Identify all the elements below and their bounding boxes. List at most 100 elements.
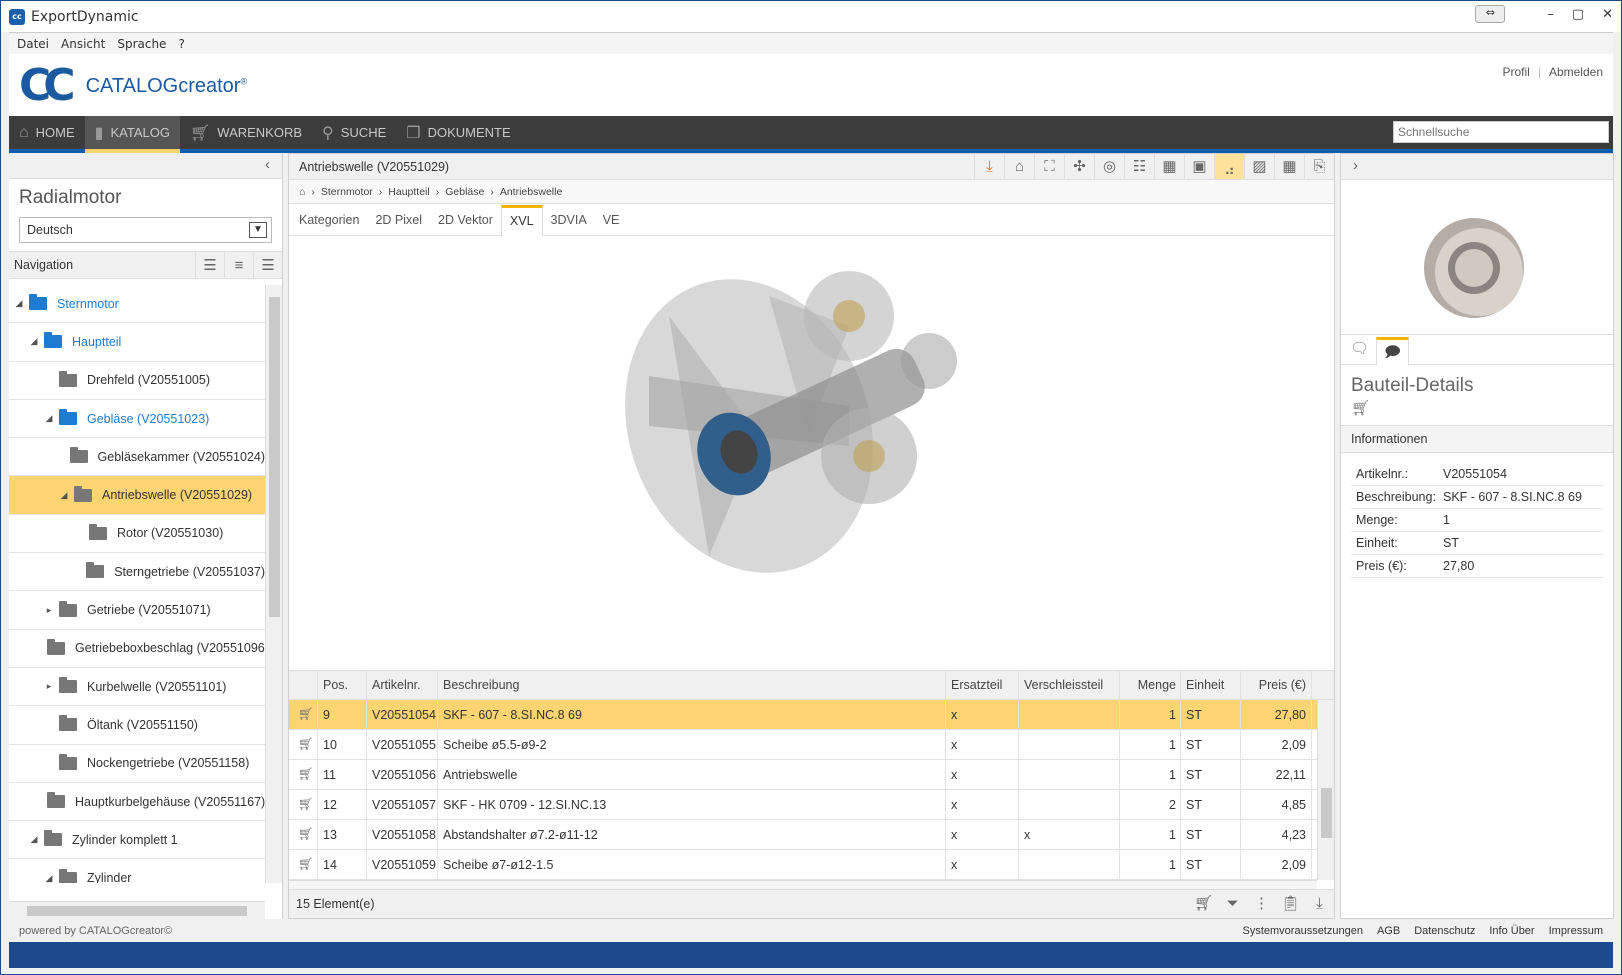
fit-icon[interactable]: ✣ (1064, 154, 1094, 179)
column-header[interactable]: Ersatzteil (946, 671, 1019, 699)
tree-item[interactable]: Gebläsekammer (V20551024) (9, 438, 265, 477)
language-select[interactable]: Deutsch ▼ (19, 217, 272, 243)
hide-icon[interactable]: ◎ (1094, 154, 1124, 179)
add-to-cart-icon[interactable]: 🛒︎ (289, 820, 318, 849)
tree-item[interactable]: Rotor (V20551030) (9, 515, 265, 554)
footer-link[interactable]: Datenschutz (1414, 925, 1475, 937)
menu-help[interactable]: ? (178, 37, 184, 51)
image-icon[interactable]: ▨ (1244, 154, 1274, 179)
expanded-arrow-icon[interactable]: ◢ (58, 490, 70, 501)
tree-item[interactable]: ◢ Zylinder (9, 859, 265, 883)
profile-link[interactable]: Profil (1502, 65, 1529, 79)
tree-vertical-scrollbar[interactable] (265, 285, 282, 883)
tab-2d-vektor[interactable]: 2D Vektor (430, 213, 501, 235)
comments-icon[interactable]: 🗨︎ (1343, 336, 1376, 364)
fullscreen-icon[interactable]: ⛶ (1034, 154, 1064, 179)
tree-horizontal-scrollbar[interactable] (9, 901, 265, 919)
expanded-arrow-icon[interactable]: ◢ (43, 873, 55, 883)
export-icon[interactable]: ⤓ (1305, 890, 1334, 918)
footer-link[interactable]: Systemvoraussetzungen (1243, 925, 1363, 937)
tab-kategorien[interactable]: Kategorien (291, 213, 367, 235)
list-view-icon[interactable]: ☷ (1124, 154, 1154, 179)
nav-katalog[interactable]: ▮ KATALOG (84, 116, 181, 153)
grid-view-icon[interactable]: ▦ (1154, 154, 1184, 179)
tree-item[interactable]: Öltank (V20551150) (9, 706, 265, 745)
frame-icon[interactable]: ▣ (1184, 154, 1214, 179)
table-vertical-scrollbar[interactable] (1317, 700, 1334, 880)
expanded-arrow-icon[interactable]: ◢ (43, 413, 55, 424)
tree-item[interactable]: ◢ Zylinder komplett 1 (9, 821, 265, 860)
column-header[interactable]: Verschleissteil (1019, 671, 1120, 699)
tree-item[interactable]: Nockengetriebe (V20551158) (9, 745, 265, 783)
home-icon[interactable]: ⌂ (299, 186, 305, 198)
add-to-cart-icon[interactable]: 🛒︎ (289, 760, 318, 789)
tree-item[interactable]: ◢ Sternmotor (9, 285, 265, 324)
filter-icon[interactable]: ⏷ (1218, 890, 1247, 918)
menu-ansicht[interactable]: Ansicht (61, 37, 105, 51)
collapsed-arrow-icon[interactable]: ▸ (43, 605, 55, 616)
brand-logo[interactable]: CC CATALOGcreator® (19, 64, 247, 108)
quick-search-input[interactable] (1393, 121, 1609, 143)
table-row[interactable]: 🛒︎ 9 V20551054 SKF - 607 - 8.SI.NC.8 69 x 1 ST… (289, 700, 1334, 730)
column-header[interactable]: Pos. (318, 671, 367, 699)
tree-item[interactable]: Getriebeboxbeschlag (V20551096) (9, 630, 265, 668)
tree-item[interactable]: Sterngetriebe (V20551037) (9, 553, 265, 592)
table-row[interactable]: 🛒︎ 12 V20551057 SKF - HK 0709 - 12.SI.NC.13… (289, 790, 1334, 820)
nav-home[interactable]: ⌂ HOME (9, 116, 85, 149)
home-view-icon[interactable]: ⌂ (1004, 154, 1034, 179)
menu-datei[interactable]: Datei (17, 37, 49, 51)
nav-suche[interactable]: ⚲ SUCHE (312, 116, 396, 149)
add-to-cart-icon[interactable]: 🛒︎ (289, 730, 318, 759)
collapse-right-button[interactable]: › (1341, 154, 1613, 180)
tab-xvl[interactable]: XVL (500, 205, 543, 236)
outdent-icon[interactable]: ☰ (253, 252, 282, 279)
tree-item[interactable]: ▸ Kurbelwelle (V20551101) (9, 668, 265, 707)
column-header[interactable]: Beschreibung (438, 671, 946, 699)
nav-warenkorb[interactable]: 🛒︎ WARENKORB (180, 116, 312, 149)
more-icon[interactable]: ⋮ (1247, 890, 1276, 918)
tree-item[interactable]: ◢ Gebläse (V20551023) (9, 400, 265, 439)
restore-size-button[interactable]: ⇔ (1475, 5, 1506, 23)
column-header[interactable] (289, 671, 318, 699)
indent-icon[interactable]: ☰ (195, 252, 224, 279)
tree-item[interactable]: Hauptkurbelgehäuse (V20551167) (9, 783, 265, 822)
collapsed-arrow-icon[interactable]: ▸ (43, 681, 55, 692)
column-header[interactable]: Einheit (1181, 671, 1241, 699)
footer-link[interactable]: AGB (1377, 925, 1400, 937)
breadcrumb-item[interactable]: Sternmotor (321, 186, 373, 198)
tree-item[interactable]: Drehfeld (V20551005) (9, 362, 265, 400)
add-to-cart-icon[interactable]: 🛒︎ (289, 790, 318, 819)
column-header[interactable]: Preis (€) (1241, 671, 1312, 699)
download-icon[interactable]: ⤓ (974, 154, 1004, 179)
maximize-button[interactable]: ▢ (1572, 7, 1584, 22)
table-row[interactable]: 🛒︎ 14 V20551059 Scheibe ø7-ø12-1.5 x 1 ST 2,09 (289, 850, 1334, 880)
3d-viewer[interactable] (289, 236, 1334, 670)
logout-link[interactable]: Abmelden (1549, 65, 1603, 79)
collapse-left-button[interactable]: ‹ (9, 153, 282, 179)
add-to-cart-icon[interactable]: 🛒︎ (289, 850, 318, 879)
column-header[interactable]: Menge (1120, 671, 1181, 699)
table-icon[interactable]: ▦ (1274, 154, 1304, 179)
tree-item[interactable]: ▸ Getriebe (V20551071) (9, 591, 265, 630)
column-header[interactable]: Artikelnr. (367, 671, 438, 699)
breadcrumb-item[interactable]: Gebläse (445, 186, 484, 198)
clipboard-icon[interactable]: 📋︎ (1276, 890, 1305, 918)
tree-item[interactable]: ◢ Hauptteil (9, 323, 265, 362)
pdf-icon[interactable]: ⎘ (1304, 154, 1334, 179)
expanded-arrow-icon[interactable]: ◢ (28, 834, 40, 845)
footer-link[interactable]: Impressum (1549, 925, 1603, 937)
tab-3dvia[interactable]: 3DVIA (543, 213, 595, 235)
table-row[interactable]: 🛒︎ 10 V20551055 Scheibe ø5.5-ø9-2 x 1 ST 2,09 (289, 730, 1334, 760)
close-button[interactable]: ✕ (1602, 7, 1613, 22)
breadcrumb-item[interactable]: Hauptteil (388, 186, 429, 198)
footer-link[interactable]: Info Über (1489, 925, 1534, 937)
nav-dokumente[interactable]: ❐ DOKUMENTE (396, 116, 520, 149)
signal-icon[interactable]: ⣠ (1214, 154, 1244, 179)
table-row[interactable]: 🛒︎ 13 V20551058 Abstandshalter ø7.2-ø11-12 x… (289, 820, 1334, 850)
add-to-cart-icon[interactable]: 🛒︎ (1189, 890, 1218, 918)
tree-item[interactable]: ◢ Antriebswelle (V20551029) (9, 476, 265, 515)
tab-ve[interactable]: VE (595, 213, 628, 235)
minimize-button[interactable]: – (1547, 7, 1554, 22)
menu-sprache[interactable]: Sprache (117, 37, 166, 51)
table-row[interactable]: 🛒︎ 11 V20551056 Antriebswelle x 1 ST 22,11 (289, 760, 1334, 790)
